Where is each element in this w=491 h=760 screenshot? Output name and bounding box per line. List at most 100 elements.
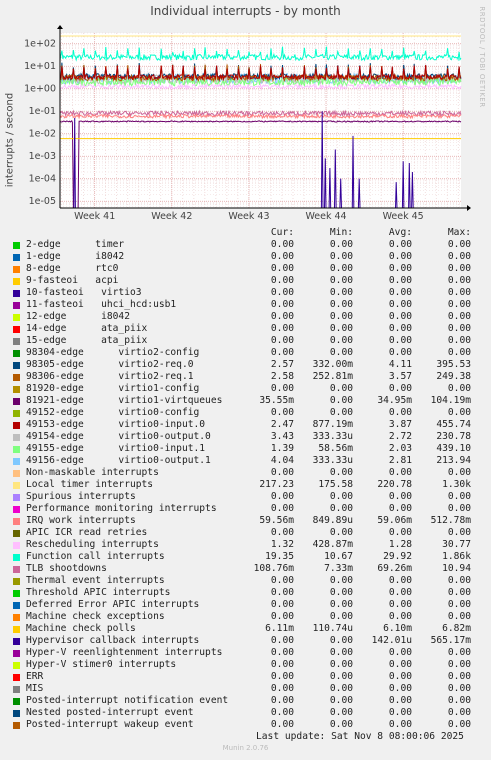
- legend-cur-value: 35.55m: [259, 395, 294, 406]
- legend-max-value: 1.30k: [442, 479, 471, 490]
- legend-row: Machine check exceptions 0.00 0.00 0.00 0.00: [0, 611, 491, 623]
- legend-label: 49153-edge virtio0-input.0: [26, 419, 206, 430]
- legend-label: ERR: [26, 671, 44, 682]
- legend-max-value: 0.00: [447, 527, 471, 538]
- legend-label: 81921-edge virtio1-virtqueues: [26, 395, 223, 406]
- legend-swatch: [13, 578, 20, 585]
- legend-label: Function call interrupts: [26, 551, 165, 562]
- legend-row: MIS 0.00 0.00 0.00 0.00: [0, 683, 491, 695]
- legend-cur-value: 0.00: [270, 287, 294, 298]
- legend-cur-value: 0.00: [270, 347, 294, 358]
- legend-avg-value: 0.00: [388, 671, 412, 682]
- legend-swatch: [13, 506, 20, 513]
- legend-max-value: 0.00: [447, 275, 471, 286]
- legend-label: Non-maskable interrupts: [26, 467, 159, 478]
- legend-avg-value: 0.00: [388, 527, 412, 538]
- legend-row: Nested posted-interrupt event 0.00 0.00 0.0…: [0, 707, 491, 719]
- legend-avg-value: 0.00: [388, 323, 412, 334]
- legend-swatch: [13, 494, 20, 501]
- legend-swatch: [13, 518, 20, 525]
- legend-min-value: 0.00: [329, 611, 353, 622]
- legend-min-value: 0.00: [329, 287, 353, 298]
- legend-max-value: 0.00: [447, 347, 471, 358]
- legend-min-value: 0.00: [329, 719, 353, 730]
- legend-cur-value: 0.00: [270, 263, 294, 274]
- legend-cur-value: 0.00: [270, 491, 294, 502]
- legend-max-value: 455.74: [436, 419, 471, 430]
- legend: Cur: Min: Avg: Max: 2-edge timer 0.00 0.00…: [0, 0, 491, 760]
- legend-avg-value: 0.00: [388, 407, 412, 418]
- legend-cur-value: 0.00: [270, 611, 294, 622]
- legend-avg-value: 2.72: [388, 431, 412, 442]
- legend-label: Posted-interrupt notification event: [26, 695, 229, 706]
- legend-label: 10-fasteoi virtio3: [26, 287, 142, 298]
- legend-min-value: 0.00: [329, 263, 353, 274]
- legend-row: 2-edge timer 0.00 0.00 0.00 0.00: [0, 239, 491, 251]
- legend-row: ERR 0.00 0.00 0.00 0.00: [0, 671, 491, 683]
- legend-label: Spurious interrupts: [26, 491, 136, 502]
- legend-max-value: 0.00: [447, 335, 471, 346]
- legend-row: IRQ work interrupts 59.56m 849.89u 59.06m 51…: [0, 515, 491, 527]
- legend-avg-value: 3.87: [388, 419, 412, 430]
- legend-swatch: [13, 542, 20, 549]
- legend-max-value: 0.00: [447, 311, 471, 322]
- legend-avg-value: 2.81: [388, 455, 412, 466]
- legend-max-value: 565.17m: [430, 635, 471, 646]
- legend-max-value: 0.00: [447, 323, 471, 334]
- legend-cur-value: 0.00: [270, 275, 294, 286]
- legend-row: Hyper-V reenlightenment interrupts 0.00 0.…: [0, 647, 491, 659]
- legend-cur-value: 0.00: [270, 335, 294, 346]
- legend-cur-value: 0.00: [270, 407, 294, 418]
- legend-label: 11-fasteoi uhci_hcd:usb1: [26, 299, 177, 310]
- legend-avg-value: 0.00: [388, 287, 412, 298]
- legend-swatch: [13, 470, 20, 477]
- legend-max-value: 1.86k: [442, 551, 471, 562]
- legend-min-value: 428.87m: [312, 539, 353, 550]
- legend-min-value: 0.00: [329, 683, 353, 694]
- legend-swatch: [13, 554, 20, 561]
- legend-max-value: 0.00: [447, 599, 471, 610]
- legend-label: 98304-edge virtio2-config: [26, 347, 200, 358]
- legend-max-value: 0.00: [447, 611, 471, 622]
- legend-avg-value: 59.06m: [377, 515, 412, 526]
- legend-avg-value: 34.95m: [377, 395, 412, 406]
- legend-min-value: 0.00: [329, 299, 353, 310]
- legend-row: Threshold APIC interrupts 0.00 0.00 0.00 0.0…: [0, 587, 491, 599]
- legend-min-value: 0.00: [329, 467, 353, 478]
- legend-cur-value: 0.00: [270, 587, 294, 598]
- legend-avg-value: 0.00: [388, 275, 412, 286]
- legend-label: 15-edge ata_piix: [26, 335, 148, 346]
- legend-cur-value: 2.57: [270, 359, 294, 370]
- legend-label: Threshold APIC interrupts: [26, 587, 171, 598]
- legend-swatch: [13, 338, 20, 345]
- legend-avg-value: 6.10m: [383, 623, 412, 634]
- legend-min-value: 0.00: [329, 275, 353, 286]
- legend-max-value: 30.77: [442, 539, 471, 550]
- legend-max-value: 0.00: [447, 575, 471, 586]
- legend-max-value: 0.00: [447, 647, 471, 658]
- legend-avg-value: 220.78: [377, 479, 412, 490]
- legend-swatch: [13, 314, 20, 321]
- legend-row: 49154-edge virtio0-output.0 3.43 333.33u 2.…: [0, 431, 491, 443]
- legend-max-value: 439.10: [436, 443, 471, 454]
- legend-swatch: [13, 362, 20, 369]
- legend-max-value: 213.94: [436, 455, 471, 466]
- legend-row: Posted-interrupt notification event 0.00 0…: [0, 695, 491, 707]
- legend-swatch: [13, 698, 20, 705]
- legend-avg-value: 0.00: [388, 467, 412, 478]
- legend-cur-value: 0.00: [270, 683, 294, 694]
- legend-avg-value: 0.00: [388, 599, 412, 610]
- legend-header-min: Min:: [329, 227, 353, 238]
- legend-avg-value: 3.57: [388, 371, 412, 382]
- legend-row: 8-edge rtc0 0.00 0.00 0.00 0.00: [0, 263, 491, 275]
- legend-label: 98306-edge virtio2-req.1: [26, 371, 194, 382]
- legend-swatch: [13, 398, 20, 405]
- legend-max-value: 512.78m: [430, 515, 471, 526]
- legend-label: Performance monitoring interrupts: [26, 503, 217, 514]
- legend-swatch: [13, 722, 20, 729]
- legend-label: IRQ work interrupts: [26, 515, 136, 526]
- legend-swatch: [13, 590, 20, 597]
- legend-label: Machine check polls: [26, 623, 136, 634]
- legend-max-value: 0.00: [447, 659, 471, 670]
- legend-max-value: 0.00: [447, 263, 471, 274]
